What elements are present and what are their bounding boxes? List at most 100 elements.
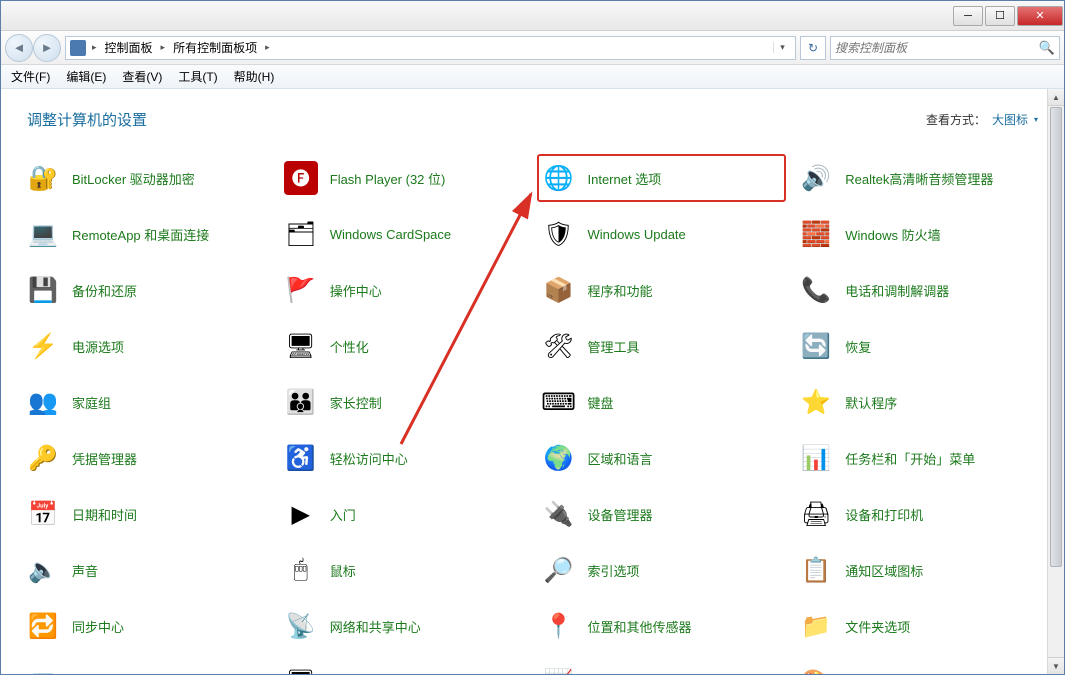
- item-devices-printers[interactable]: 🖨设备和打印机: [794, 490, 1044, 538]
- item-label: 轻松访问中心: [330, 449, 408, 468]
- item-default-programs[interactable]: ⭐默认程序: [794, 378, 1044, 426]
- item-realtek-audio[interactable]: 🔊 Realtek高清晰音频管理器: [794, 154, 1044, 202]
- item-internet-options[interactable]: 🌐 Internet 选项: [537, 154, 787, 202]
- breadcrumb-chevron[interactable]: ▸: [263, 42, 272, 53]
- scroll-down-button[interactable]: ▼: [1048, 657, 1064, 674]
- item-programs-features[interactable]: 📦程序和功能: [537, 266, 787, 314]
- item-label: 网络和共享中心: [330, 617, 421, 636]
- ease-of-access-icon: ♿: [284, 441, 318, 475]
- search-icon[interactable]: 🔍: [1039, 40, 1055, 56]
- item-folder-options[interactable]: 📁文件夹选项: [794, 602, 1044, 650]
- item-admin-tools[interactable]: 🛠管理工具: [537, 322, 787, 370]
- item-cardspace[interactable]: 🗂Windows CardSpace: [279, 210, 529, 258]
- item-personalization[interactable]: 🖥个性化: [279, 322, 529, 370]
- remoteapp-icon: 💻: [26, 217, 60, 251]
- breadcrumb-seg-1[interactable]: 所有控制面板项: [171, 39, 259, 56]
- search-input[interactable]: [835, 41, 1039, 55]
- menu-view[interactable]: 查看(V): [116, 66, 168, 87]
- view-by-value[interactable]: 大图标: [992, 111, 1028, 128]
- item-windows-firewall[interactable]: 🧱Windows 防火墙: [794, 210, 1044, 258]
- getting-started-icon: ▶: [284, 497, 318, 531]
- region-language-icon: 🌍: [542, 441, 576, 475]
- item-power-options[interactable]: ⚡电源选项: [21, 322, 271, 370]
- back-button[interactable]: ◄: [5, 34, 33, 62]
- search-box[interactable]: 🔍: [830, 36, 1060, 60]
- forward-button[interactable]: ►: [33, 34, 61, 62]
- menu-edit[interactable]: 编辑(E): [60, 66, 112, 87]
- item-credential-manager[interactable]: 🔑凭据管理器: [21, 434, 271, 482]
- item-sound[interactable]: 🔈声音: [21, 546, 271, 594]
- item-homegroup[interactable]: 👥家庭组: [21, 378, 271, 426]
- breadcrumb-chevron[interactable]: ▸: [90, 42, 99, 53]
- realtek-audio-icon: 🔊: [799, 161, 833, 195]
- flash-player-icon: 🅕: [284, 161, 318, 195]
- breadcrumb-chevron[interactable]: ▸: [159, 42, 168, 53]
- indexing-options-icon: 🔎: [542, 553, 576, 587]
- minimize-button[interactable]: ─: [953, 6, 983, 26]
- scroll-thumb[interactable]: [1050, 107, 1062, 567]
- item-network-sharing[interactable]: 📡网络和共享中心: [279, 602, 529, 650]
- view-by-dropdown-icon[interactable]: ▾: [1034, 115, 1038, 124]
- item-performance-info[interactable]: 📈性能信息和工具: [537, 658, 787, 674]
- titlebar: ─ ☐ ✕: [1, 1, 1064, 31]
- internet-options-icon: 🌐: [542, 161, 576, 195]
- content-area: 调整计算机的设置 查看方式： 大图标 ▾ 🔐BitLocker 驱动器加密🅕Fl…: [1, 89, 1064, 674]
- address-dropdown[interactable]: ▾: [773, 42, 791, 53]
- item-bitlocker[interactable]: 🔐BitLocker 驱动器加密: [21, 154, 271, 202]
- refresh-button[interactable]: ↻: [800, 36, 826, 60]
- item-ease-of-access[interactable]: ♿ 轻松访问中心: [279, 434, 529, 482]
- item-label: 文件夹选项: [845, 617, 910, 636]
- system-icon: 💻: [26, 665, 60, 674]
- item-taskbar-start[interactable]: 📊任务栏和「开始」菜单: [794, 434, 1044, 482]
- item-label: 位置和其他传感器: [588, 617, 692, 636]
- item-label: Internet 选项: [588, 169, 662, 188]
- address-bar[interactable]: ▸ 控制面板 ▸ 所有控制面板项 ▸ ▾: [65, 36, 796, 60]
- item-device-manager[interactable]: 🔌设备管理器: [537, 490, 787, 538]
- page-title: 调整计算机的设置: [27, 109, 147, 130]
- item-action-center[interactable]: 🚩操作中心: [279, 266, 529, 314]
- item-indexing-options[interactable]: 🔎索引选项: [537, 546, 787, 594]
- item-label: 系统: [72, 673, 98, 675]
- item-display[interactable]: 🖥显示: [279, 658, 529, 674]
- item-sync-center[interactable]: 🔁同步中心: [21, 602, 271, 650]
- item-region-language[interactable]: 🌍区域和语言: [537, 434, 787, 482]
- location-sensors-icon: 📍: [542, 609, 576, 643]
- item-phone-modem[interactable]: 📞电话和调制解调器: [794, 266, 1044, 314]
- credential-manager-icon: 🔑: [26, 441, 60, 475]
- parental-controls-icon: 👪: [284, 385, 318, 419]
- item-color-management[interactable]: 🎨颜色管理: [794, 658, 1044, 674]
- taskbar-start-icon: 📊: [799, 441, 833, 475]
- menu-file[interactable]: 文件(F): [5, 66, 56, 87]
- sync-center-icon: 🔁: [26, 609, 60, 643]
- item-keyboard[interactable]: ⌨键盘: [537, 378, 787, 426]
- item-recovery[interactable]: 🔄恢复: [794, 322, 1044, 370]
- item-remoteapp[interactable]: 💻RemoteApp 和桌面连接: [21, 210, 271, 258]
- item-label: 鼠标: [330, 561, 356, 580]
- maximize-button[interactable]: ☐: [985, 6, 1015, 26]
- scroll-up-button[interactable]: ▲: [1048, 89, 1064, 106]
- item-windows-update[interactable]: 🛡Windows Update: [537, 210, 787, 258]
- mouse-icon: 🖱: [284, 553, 318, 587]
- item-getting-started[interactable]: ▶入门: [279, 490, 529, 538]
- item-flash-player[interactable]: 🅕Flash Player (32 位): [279, 154, 529, 202]
- nav-arrows: ◄ ►: [5, 34, 61, 62]
- menu-help[interactable]: 帮助(H): [228, 66, 281, 87]
- control-panel-icon: [70, 40, 86, 56]
- backup-restore-icon: 💾: [26, 273, 60, 307]
- item-label: Realtek高清晰音频管理器: [845, 169, 993, 188]
- item-date-time[interactable]: 📅日期和时间: [21, 490, 271, 538]
- item-system[interactable]: 💻 系统: [21, 658, 271, 674]
- vertical-scrollbar[interactable]: ▲ ▼: [1047, 89, 1064, 674]
- item-notification-area[interactable]: 📋通知区域图标: [794, 546, 1044, 594]
- item-mouse[interactable]: 🖱 鼠标: [279, 546, 529, 594]
- item-label: Windows 防火墙: [845, 225, 940, 244]
- item-location-sensors[interactable]: 📍 位置和其他传感器: [537, 602, 787, 650]
- item-label: 家长控制: [330, 393, 382, 412]
- default-programs-icon: ⭐: [799, 385, 833, 419]
- breadcrumb-seg-0[interactable]: 控制面板: [103, 39, 155, 56]
- close-button[interactable]: ✕: [1017, 6, 1063, 26]
- item-backup-restore[interactable]: 💾备份和还原: [21, 266, 271, 314]
- item-parental-controls[interactable]: 👪 家长控制: [279, 378, 529, 426]
- menu-tools[interactable]: 工具(T): [172, 66, 223, 87]
- devices-printers-icon: 🖨: [799, 497, 833, 531]
